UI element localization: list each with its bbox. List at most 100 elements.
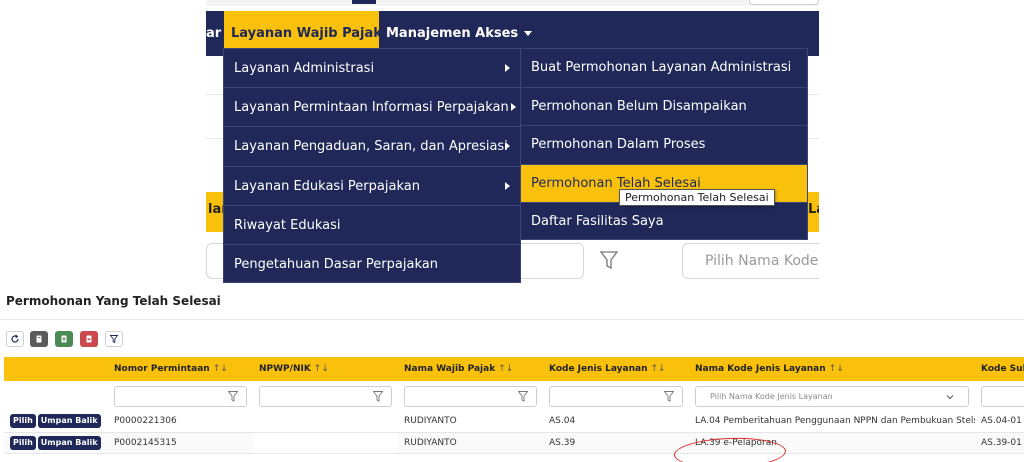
- menu-item-layanan-permintaan-informasi[interactable]: Layanan Permintaan Informasi Perpajakan: [224, 88, 520, 128]
- menu-item-layanan-edukasi[interactable]: Layanan Edukasi Perpajakan: [224, 167, 520, 206]
- filter-cell: Pilih Nama Kode Jenis Layanan: [689, 381, 975, 411]
- nav-item-cut[interactable]: ar: [206, 11, 221, 56]
- filter-input-nomor[interactable]: [114, 385, 247, 407]
- cell-kode-sub: AS.04-01: [975, 411, 1024, 433]
- filter-row: Pilih Nama Kode Jenis Layanan: [4, 381, 1024, 411]
- table-row: Pilih Umpan Balik P0000221306 RUDIYANTO A…: [4, 411, 1024, 433]
- filter-cell: [253, 381, 398, 411]
- pdf-icon: [86, 335, 92, 343]
- background-header-fragment-right: La: [808, 202, 819, 217]
- pdf-button[interactable]: [80, 331, 98, 347]
- filter-cell: [398, 381, 543, 411]
- pilih-button[interactable]: Pilih: [10, 414, 36, 429]
- filter-input-kode-sub[interactable]: [981, 385, 1024, 407]
- column-header-actions: [4, 357, 108, 381]
- filter-icon[interactable]: [664, 390, 674, 402]
- clear-filter-button[interactable]: [105, 331, 123, 347]
- menu-item-pengetahuan-dasar[interactable]: Pengetahuan Dasar Perpajakan: [224, 245, 520, 284]
- column-header-nama-kode[interactable]: Nama Kode Jenis Layanan ↑↓: [689, 357, 975, 381]
- column-header-nama[interactable]: Nama Wajib Pajak ↑↓: [398, 357, 543, 381]
- sort-icon[interactable]: ↑↓: [314, 364, 329, 374]
- sort-icon[interactable]: ↑↓: [213, 364, 228, 374]
- menu-item-label: Riwayat Edukasi: [234, 217, 341, 233]
- filter-cell: [975, 381, 1024, 411]
- chevron-down-icon: [946, 394, 954, 399]
- refresh-button[interactable]: [6, 331, 24, 347]
- cell-kode: AS.39: [543, 432, 689, 454]
- filter-input-nama[interactable]: [404, 385, 537, 407]
- chevron-right-icon: [505, 64, 510, 72]
- cell-kode-sub: AS.39-01: [975, 432, 1024, 454]
- filter-cell: [543, 381, 689, 411]
- menu-item-riwayat-edukasi[interactable]: Riwayat Edukasi: [224, 206, 520, 245]
- top-strip: [206, 0, 819, 6]
- filter-input-npwp[interactable]: [259, 385, 392, 407]
- menu-item-label: Layanan Edukasi Perpajakan: [234, 178, 420, 194]
- filter-icon[interactable]: [228, 390, 238, 402]
- excel-button[interactable]: [55, 331, 73, 347]
- umpan-balik-button[interactable]: Umpan Balik: [37, 435, 101, 450]
- submenu-item-buat-permohonan[interactable]: Buat Permohonan Layanan Administrasi: [521, 49, 807, 88]
- column-header-label: Kode Jenis Layanan: [549, 364, 648, 374]
- umpan-balik-button[interactable]: Umpan Balik: [37, 414, 101, 429]
- menu-item-label: Layanan Permintaan Informasi Perpajakan: [234, 100, 509, 116]
- cell-kode: AS.04: [543, 411, 689, 433]
- column-header-npwp[interactable]: NPWP/NIK ↑↓: [253, 357, 398, 381]
- submenu-item-daftar-fasilitas[interactable]: Daftar Fasilitas Saya: [521, 203, 807, 242]
- filter-clear-icon: [109, 335, 119, 344]
- filter-input-kode[interactable]: [549, 385, 683, 407]
- nav-item-label: Layanan Wajib Pajak: [231, 26, 382, 41]
- cell-nomor: P0000221306: [108, 411, 253, 433]
- filter-cell: [108, 381, 253, 411]
- column-header-nomor[interactable]: Nomor Permintaan ↑↓: [108, 357, 253, 381]
- excel-icon: [61, 335, 67, 343]
- column-header-kode-sub[interactable]: Kode Sub J: [975, 357, 1024, 381]
- results-table: Nomor Permintaan ↑↓ NPWP/NIK ↑↓ Nama Wajib…: [4, 357, 1024, 454]
- table-header-row: Nomor Permintaan ↑↓ NPWP/NIK ↑↓ Nama Wajib…: [4, 357, 1024, 381]
- cell-nama: RUDIYANTO: [398, 432, 543, 454]
- filter-icon[interactable]: [598, 249, 620, 271]
- kode-select-placeholder: Pilih Nama Kode .: [705, 253, 819, 269]
- menu-item-label: Layanan Administrasi: [234, 61, 375, 76]
- tooltip: Permohonan Telah Selesai: [619, 189, 775, 206]
- top-strip-input[interactable]: [749, 0, 819, 5]
- copy-icon: [36, 335, 42, 343]
- sort-icon[interactable]: ↑↓: [829, 364, 844, 374]
- cell-nomor: P0002145315: [108, 432, 253, 454]
- submenu-item-label: Permohonan Dalam Proses: [531, 137, 706, 152]
- pilih-button[interactable]: Pilih: [10, 435, 36, 450]
- sort-icon[interactable]: ↑↓: [498, 364, 513, 374]
- top-strip-element: [352, 0, 376, 4]
- filter-icon[interactable]: [373, 390, 383, 402]
- caret-down-icon: [524, 31, 533, 36]
- column-header-kode[interactable]: Kode Jenis Layanan ↑↓: [543, 357, 689, 381]
- column-header-label: Nama Kode Jenis Layanan: [695, 364, 826, 374]
- section-title: Permohonan Yang Telah Selesai: [6, 294, 221, 308]
- submenu-item-label: Buat Permohonan Layanan Administrasi: [531, 60, 792, 75]
- chevron-right-icon: [511, 103, 516, 112]
- submenu-item-dalam-proses[interactable]: Permohonan Dalam Proses: [521, 126, 807, 165]
- sort-icon[interactable]: ↑↓: [650, 364, 665, 374]
- menu-item-label: Pengetahuan Dasar Perpajakan: [234, 257, 438, 272]
- table-row: Pilih Umpan Balik P0002145315 RUDIYANTO A…: [4, 432, 1024, 454]
- cell-npwp: [253, 411, 398, 433]
- filter-icon[interactable]: [518, 390, 528, 402]
- column-header-label: Nama Wajib Pajak: [404, 364, 496, 374]
- divider: [0, 319, 1024, 320]
- chevron-right-icon: [505, 181, 510, 190]
- cell-nama: RUDIYANTO: [398, 411, 543, 433]
- submenu-item-belum-disampaikan[interactable]: Permohonan Belum Disampaikan: [521, 88, 807, 126]
- menu-item-layanan-administrasi[interactable]: Layanan Administrasi: [224, 49, 520, 89]
- menu-snapshot: lan La Pilih Nama Kode . ar Layanan Waji…: [206, 0, 819, 290]
- select-placeholder: Pilih Nama Kode Jenis Layanan: [710, 391, 833, 401]
- cell-npwp: [253, 432, 398, 454]
- menu-item-layanan-pengaduan[interactable]: Layanan Pengaduan, Saran, dan Apresiasi: [224, 127, 520, 167]
- submenu-item-label: Permohonan Belum Disampaikan: [531, 98, 747, 114]
- nav-item-label: Manajemen Akses: [386, 26, 519, 41]
- column-header-label: Nomor Permintaan: [114, 364, 210, 374]
- refresh-icon: [11, 334, 19, 343]
- background-kode-select[interactable]: Pilih Nama Kode .: [682, 243, 819, 279]
- filter-select-nama-kode[interactable]: Pilih Nama Kode Jenis Layanan: [695, 385, 969, 407]
- copy-button[interactable]: [30, 331, 48, 347]
- submenu-layanan-administrasi: Buat Permohonan Layanan Administrasi Per…: [520, 48, 808, 240]
